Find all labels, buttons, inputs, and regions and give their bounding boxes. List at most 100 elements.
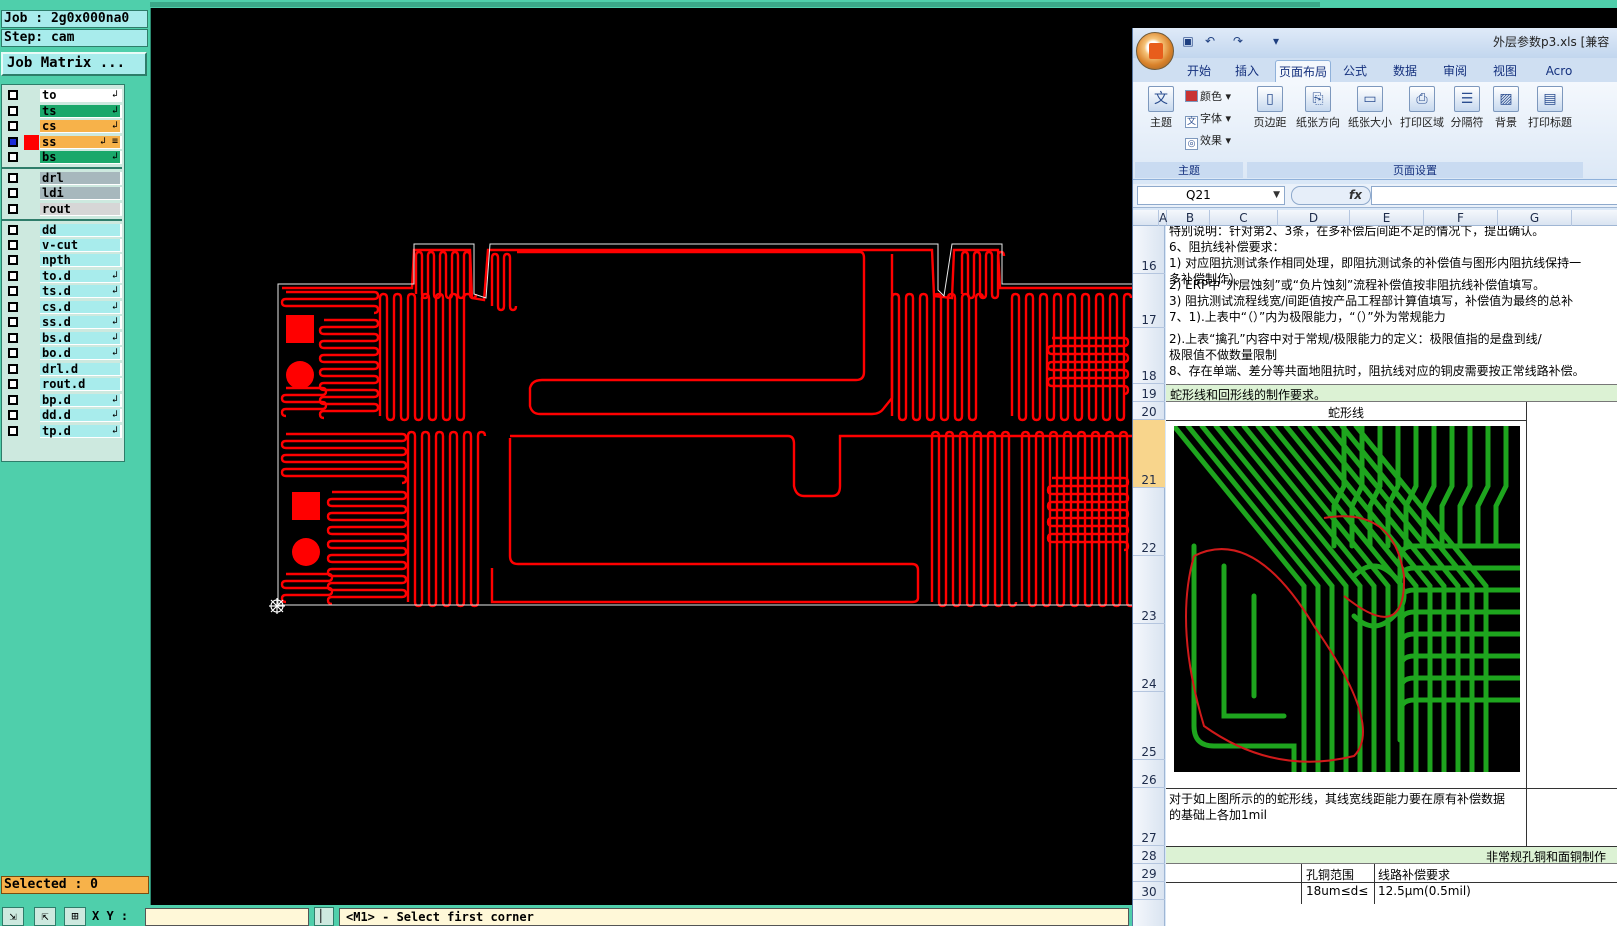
layer-row-ldi[interactable]: ldi bbox=[4, 186, 122, 201]
layer-checkbox[interactable] bbox=[8, 426, 18, 436]
tab-4[interactable]: 数据 bbox=[1383, 60, 1427, 82]
layer-name[interactable]: ts bbox=[40, 105, 122, 118]
column-header-g[interactable]: G bbox=[1498, 210, 1572, 226]
layer-row-ts-d[interactable]: ts.d ↲ bbox=[4, 284, 122, 299]
column-header-e[interactable]: E bbox=[1350, 210, 1424, 226]
layer-row-v-cut[interactable]: v-cut bbox=[4, 238, 122, 253]
layer-row-cs-d[interactable]: cs.d ↲ bbox=[4, 300, 122, 315]
layer-checkbox[interactable] bbox=[8, 173, 18, 183]
breaks-button[interactable]: ☰ 分隔符 bbox=[1447, 86, 1487, 130]
row-header-18[interactable]: 18 bbox=[1133, 328, 1165, 384]
layer-checkbox[interactable] bbox=[8, 204, 18, 214]
layer-row-drl[interactable]: drl bbox=[4, 171, 122, 186]
row-header-21[interactable]: 21 bbox=[1133, 420, 1165, 488]
layer-checkbox[interactable] bbox=[8, 225, 18, 235]
zoom-tool-icon[interactable]: ⇱ bbox=[34, 907, 56, 926]
layer-checkbox[interactable] bbox=[8, 90, 18, 100]
layer-checkbox[interactable] bbox=[8, 395, 18, 405]
layer-name[interactable]: drl bbox=[40, 172, 122, 185]
select-tool-icon[interactable]: ⇲ bbox=[2, 907, 24, 926]
layer-checkbox[interactable] bbox=[8, 188, 18, 198]
layer-checkbox[interactable] bbox=[8, 271, 18, 281]
grid-tool-icon[interactable]: ⊞ bbox=[64, 907, 86, 926]
tab-7[interactable]: Acro bbox=[1537, 60, 1581, 82]
excel-window[interactable]: ▣ ↶ ↷ ▾ 外层参数p3.xls [兼容 开始 插入 页面布局 公式 数据 审阅 视图 A… bbox=[1132, 28, 1617, 926]
column-header-f[interactable]: F bbox=[1424, 210, 1498, 226]
layer-checkbox[interactable] bbox=[8, 410, 18, 420]
row-header-30[interactable]: 30 bbox=[1133, 882, 1165, 900]
layer-name[interactable]: npth bbox=[40, 254, 122, 267]
row-header-20[interactable]: 20 bbox=[1133, 402, 1165, 420]
job-matrix-button[interactable]: Job Matrix ... bbox=[1, 52, 147, 76]
row-header-27[interactable]: 27 bbox=[1133, 788, 1165, 846]
formula-input[interactable] bbox=[1371, 186, 1617, 205]
layer-row-bs-d[interactable]: bs.d ↲ bbox=[4, 331, 122, 346]
background-button[interactable]: ▨ 背景 bbox=[1489, 86, 1523, 130]
layer-name[interactable]: bo.d bbox=[40, 347, 122, 360]
cam-graphics-canvas[interactable] bbox=[152, 8, 1132, 905]
layer-checkbox[interactable] bbox=[8, 379, 18, 389]
layer-name[interactable]: cs.d bbox=[40, 301, 122, 314]
layer-checkbox[interactable] bbox=[8, 240, 18, 250]
layer-row-cs[interactable]: cs ↲ bbox=[4, 119, 122, 134]
xy-input[interactable] bbox=[145, 908, 309, 926]
layer-name[interactable]: dd bbox=[40, 224, 122, 237]
row-header-29[interactable]: 29 bbox=[1133, 864, 1165, 882]
layer-name[interactable]: to bbox=[40, 89, 122, 102]
colors-button[interactable]: 颜色 ▾ bbox=[1185, 88, 1231, 104]
row-header-28[interactable]: 28 bbox=[1133, 846, 1165, 864]
layer-row-dd[interactable]: dd bbox=[4, 223, 122, 238]
layer-name[interactable]: rout.d bbox=[40, 378, 122, 391]
layer-checkbox[interactable] bbox=[8, 317, 18, 327]
layer-checkbox[interactable] bbox=[8, 302, 18, 312]
layer-name[interactable]: drl.d bbox=[40, 363, 122, 376]
layer-row-ss-d[interactable]: ss.d ↲ bbox=[4, 315, 122, 330]
horizontal-scrollbar[interactable] bbox=[150, 2, 1320, 7]
undo-icon[interactable]: ↶ bbox=[1203, 34, 1217, 48]
worksheet[interactable]: 特别说明：针对第2、3条，在多补偿后间距不足的情况下，提出确认。 6、阻抗线补偿要… bbox=[1166, 226, 1617, 926]
column-header-d[interactable]: D bbox=[1278, 210, 1350, 226]
row-header-16[interactable]: 16 bbox=[1133, 220, 1165, 274]
layer-checkbox[interactable] bbox=[8, 364, 18, 374]
layer-checkbox[interactable] bbox=[8, 152, 18, 162]
tab-2[interactable]: 页面布局 bbox=[1275, 60, 1331, 82]
print-area-button[interactable]: ⎙ 打印区域 bbox=[1397, 86, 1447, 130]
layer-row-tp-d[interactable]: tp.d ↲ bbox=[4, 424, 122, 439]
layer-checkbox[interactable] bbox=[8, 286, 18, 296]
tab-5[interactable]: 审阅 bbox=[1433, 60, 1477, 82]
row-header-23[interactable]: 23 bbox=[1133, 556, 1165, 624]
print-titles-button[interactable]: ▤ 打印标题 bbox=[1525, 86, 1575, 130]
layer-name[interactable]: ldi bbox=[40, 187, 122, 200]
layer-name[interactable]: tp.d bbox=[40, 425, 122, 438]
layer-checkbox[interactable] bbox=[8, 333, 18, 343]
layer-row-npth[interactable]: npth bbox=[4, 253, 122, 268]
insert-function-button[interactable]: fx bbox=[1291, 186, 1371, 205]
office-button-icon[interactable] bbox=[1136, 32, 1174, 70]
layer-name[interactable]: bs.d bbox=[40, 332, 122, 345]
layer-row-bo-d[interactable]: bo.d ↲ bbox=[4, 346, 122, 361]
redo-icon[interactable]: ↷ bbox=[1231, 34, 1245, 48]
row-header-26[interactable]: 26 bbox=[1133, 760, 1165, 788]
excel-title-bar[interactable]: ▣ ↶ ↷ ▾ 外层参数p3.xls [兼容 bbox=[1133, 28, 1617, 58]
layer-row-to[interactable]: to ↲ bbox=[4, 88, 122, 103]
layer-checkbox[interactable] bbox=[8, 348, 18, 358]
layer-checkbox[interactable] bbox=[8, 255, 18, 265]
row-header-17[interactable]: 17 bbox=[1133, 274, 1165, 328]
customize-toolbar-icon[interactable]: ▾ bbox=[1269, 34, 1283, 48]
size-button[interactable]: ▭ 纸张大小 bbox=[1345, 86, 1395, 130]
layer-checkbox[interactable] bbox=[8, 121, 18, 131]
layer-row-dd-d[interactable]: dd.d ↲ bbox=[4, 408, 122, 423]
cursor-tool-icon[interactable]: ▏ bbox=[314, 907, 334, 926]
margins-button[interactable]: ▯ 页边距 bbox=[1249, 86, 1291, 130]
fonts-button[interactable]: 文字体 ▾ bbox=[1185, 110, 1231, 128]
layer-checkbox[interactable] bbox=[8, 106, 18, 116]
column-header-b[interactable]: B bbox=[1171, 210, 1210, 226]
row-header-19[interactable]: 19 bbox=[1133, 384, 1165, 402]
row-header-24[interactable]: 24 bbox=[1133, 624, 1165, 692]
effects-button[interactable]: ◎ 效果 ▾ bbox=[1185, 132, 1231, 150]
layer-row-rout-d[interactable]: rout.d bbox=[4, 377, 122, 392]
layer-name[interactable]: dd.d bbox=[40, 409, 122, 422]
layer-name[interactable]: ss.d bbox=[40, 316, 122, 329]
tab-6[interactable]: 视图 bbox=[1483, 60, 1527, 82]
row-header-22[interactable]: 22 bbox=[1133, 488, 1165, 556]
